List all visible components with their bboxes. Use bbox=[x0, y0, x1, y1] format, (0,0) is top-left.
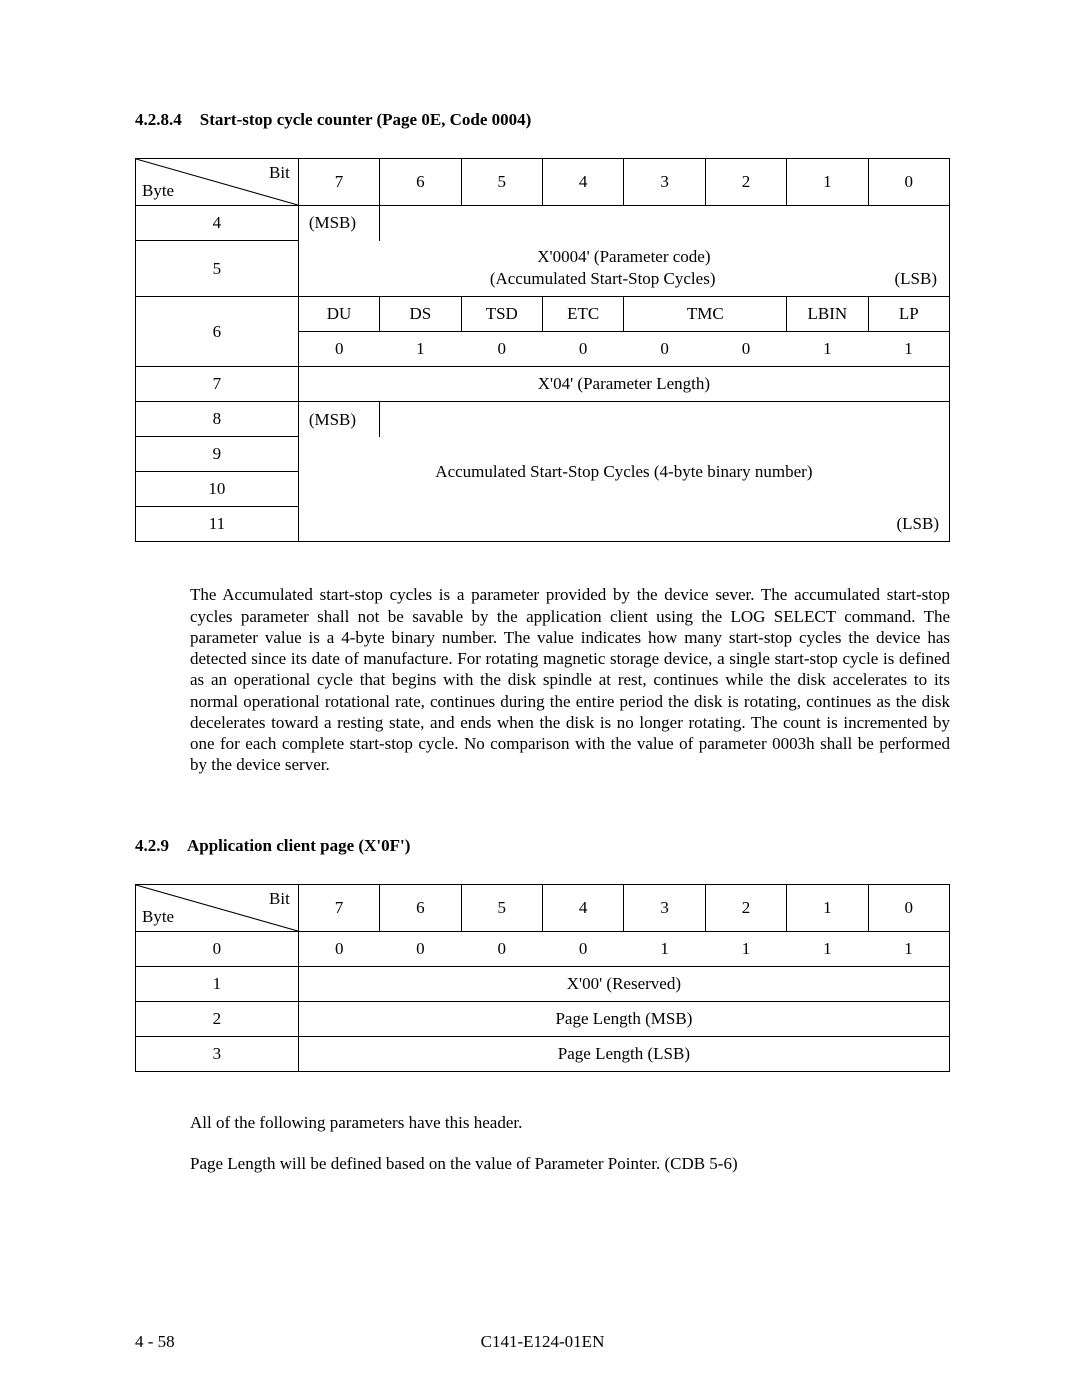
msb-label: (MSB) bbox=[298, 206, 379, 241]
byte-num: 8 bbox=[136, 402, 299, 437]
bit-col: 5 bbox=[461, 159, 542, 206]
cell: 0 bbox=[542, 332, 623, 367]
byte-num: 4 bbox=[136, 206, 299, 241]
cell: X'00' (Reserved) bbox=[298, 966, 949, 1001]
cell: DU bbox=[298, 297, 379, 332]
bit-label: Bit bbox=[269, 163, 290, 183]
bit-col: 1 bbox=[787, 884, 868, 931]
cell: 0 bbox=[461, 332, 542, 367]
cell: 1 bbox=[868, 931, 949, 966]
doc-id: C141-E124-01EN bbox=[481, 1332, 605, 1352]
cell: 0 bbox=[298, 931, 379, 966]
param-length: X'04' (Parameter Length) bbox=[298, 367, 949, 402]
bit-col: 7 bbox=[298, 884, 379, 931]
byte-num: 7 bbox=[136, 367, 299, 402]
cell: 1 bbox=[705, 931, 786, 966]
cell: ETC bbox=[542, 297, 623, 332]
bit-col: 5 bbox=[461, 884, 542, 931]
byte-num: 6 bbox=[136, 297, 299, 367]
bit-col: 4 bbox=[542, 159, 623, 206]
lsb-label: (LSB) bbox=[894, 268, 937, 291]
paragraph-3: Page Length will be defined based on the… bbox=[190, 1153, 950, 1174]
cell: 1 bbox=[787, 332, 868, 367]
cell: TSD bbox=[461, 297, 542, 332]
cell: 0 bbox=[705, 332, 786, 367]
byte-num: 1 bbox=[136, 966, 299, 1001]
paragraph-2: All of the following parameters have thi… bbox=[190, 1112, 950, 1133]
byte-num: 9 bbox=[136, 437, 299, 472]
cell: 1 bbox=[868, 332, 949, 367]
bit-col: 1 bbox=[787, 159, 868, 206]
section-title-text: Application client page (X'0F') bbox=[187, 836, 410, 856]
param-code-line2: (Accumulated Start-Stop Cycles) bbox=[490, 268, 716, 291]
cell: 1 bbox=[380, 332, 461, 367]
page-footer: 4 - 58 C141-E124-01EN bbox=[135, 1332, 950, 1352]
msb-label: (MSB) bbox=[298, 402, 379, 437]
bit-col: 6 bbox=[380, 884, 461, 931]
cell: 0 bbox=[461, 931, 542, 966]
bit-col: 0 bbox=[868, 884, 949, 931]
cell: 0 bbox=[542, 931, 623, 966]
table-app-client: Bit Byte 7 6 5 4 3 2 1 0 0 0 0 0 0 1 1 1… bbox=[135, 884, 950, 1072]
page-number: 4 - 58 bbox=[135, 1332, 175, 1352]
paragraph-1: The Accumulated start-stop cycles is a p… bbox=[190, 584, 950, 775]
section-number: 4.2.8.4 bbox=[135, 110, 182, 130]
bit-label: Bit bbox=[269, 889, 290, 909]
byte-num: 10 bbox=[136, 472, 299, 507]
byte-num: 3 bbox=[136, 1036, 299, 1071]
cell: 0 bbox=[624, 332, 705, 367]
bit-col: 3 bbox=[624, 159, 705, 206]
byte-num: 0 bbox=[136, 931, 299, 966]
cell: LP bbox=[868, 297, 949, 332]
bit-col: 4 bbox=[542, 884, 623, 931]
byte-label: Byte bbox=[142, 907, 174, 927]
section-heading-2: 4.2.9 Application client page (X'0F') bbox=[135, 836, 950, 856]
cell: Page Length (MSB) bbox=[298, 1001, 949, 1036]
cell: DS bbox=[380, 297, 461, 332]
lsb-label: (LSB) bbox=[298, 507, 949, 542]
section-title-text: Start-stop cycle counter (Page 0E, Code … bbox=[200, 110, 532, 130]
byte-label: Byte bbox=[142, 181, 174, 201]
diag-header: Bit Byte bbox=[136, 884, 299, 931]
cell: 1 bbox=[624, 931, 705, 966]
section-heading-1: 4.2.8.4 Start-stop cycle counter (Page 0… bbox=[135, 110, 950, 130]
cell: TMC bbox=[624, 297, 787, 332]
bit-col: 0 bbox=[868, 159, 949, 206]
diag-header: Bit Byte bbox=[136, 159, 299, 206]
byte-num: 11 bbox=[136, 507, 299, 542]
table-start-stop: Bit Byte 7 6 5 4 3 2 1 0 4 (MSB) 5 X'000… bbox=[135, 158, 950, 542]
byte-num: 5 bbox=[136, 241, 299, 297]
accum-body: Accumulated Start-Stop Cycles (4-byte bi… bbox=[298, 437, 949, 507]
bit-col: 3 bbox=[624, 884, 705, 931]
param-code-line1: X'0004' (Parameter code) bbox=[303, 246, 945, 269]
cell: 1 bbox=[787, 931, 868, 966]
cell: 0 bbox=[298, 332, 379, 367]
cell: LBIN bbox=[787, 297, 868, 332]
bit-col: 2 bbox=[705, 159, 786, 206]
section-number: 4.2.9 bbox=[135, 836, 169, 856]
bit-col: 6 bbox=[380, 159, 461, 206]
bit-col: 7 bbox=[298, 159, 379, 206]
bit-col: 2 bbox=[705, 884, 786, 931]
cell: 0 bbox=[380, 931, 461, 966]
param-code-cell: X'0004' (Parameter code) (Accumulated St… bbox=[298, 241, 949, 297]
cell: Page Length (LSB) bbox=[298, 1036, 949, 1071]
byte-num: 2 bbox=[136, 1001, 299, 1036]
